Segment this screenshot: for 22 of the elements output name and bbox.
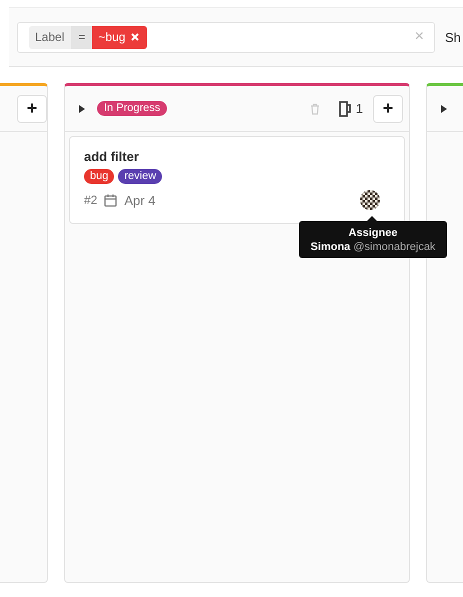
- show-text: Sh: [445, 30, 461, 44]
- issue-number: #2: [84, 193, 98, 207]
- caret-icon: [441, 104, 447, 112]
- issue-title[interactable]: add filter: [84, 149, 390, 164]
- caret-icon: [79, 104, 85, 112]
- issue-label[interactable]: review: [118, 169, 162, 184]
- calendar-icon: [104, 194, 118, 206]
- token-operator[interactable]: =: [71, 26, 92, 48]
- list-label[interactable]: In Progress: [97, 101, 168, 116]
- due-date: Apr 4: [124, 192, 156, 208]
- issue-label[interactable]: bug: [84, 169, 114, 184]
- avatar-icon[interactable]: [360, 190, 380, 210]
- token-value[interactable]: ~bug: [92, 26, 148, 48]
- tooltip-title: Assignee: [348, 227, 398, 239]
- trash-icon: [310, 102, 320, 114]
- assignee-name: Simona @simonabrejcak: [310, 241, 436, 253]
- close-icon: [131, 33, 140, 41]
- add-button[interactable]: +: [373, 94, 403, 122]
- search-field[interactable]: Label = ~bug ×: [17, 22, 435, 52]
- add-button[interactable]: +: [17, 94, 47, 122]
- issue-count: 1: [356, 101, 363, 116]
- token-key[interactable]: Label: [29, 26, 72, 48]
